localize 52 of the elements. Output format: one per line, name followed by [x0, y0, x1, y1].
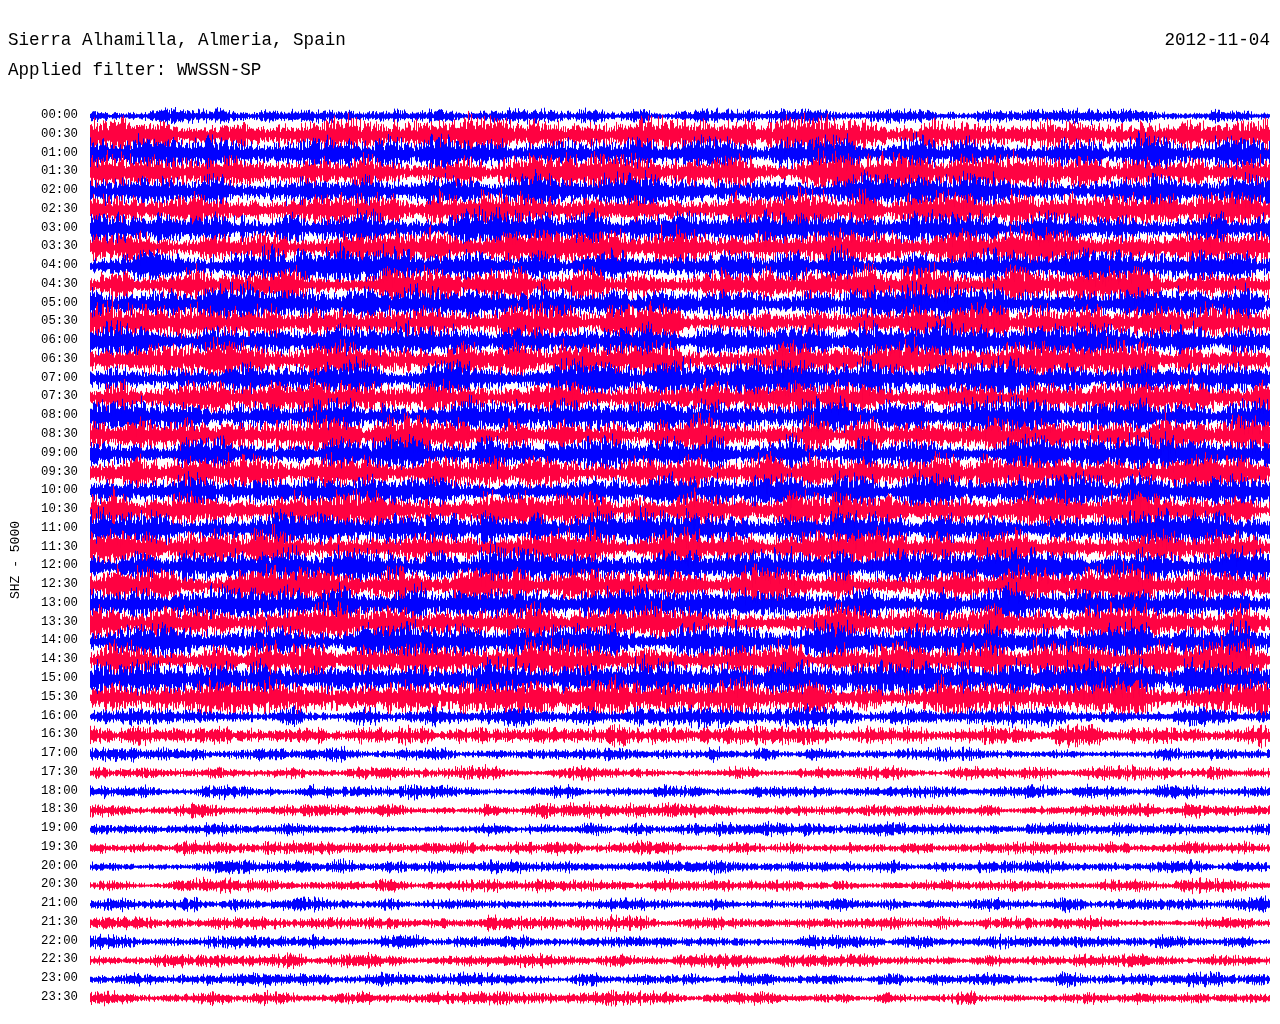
- time-label: 02:00: [41, 182, 78, 200]
- time-label: 08:00: [41, 407, 78, 425]
- time-label: 12:30: [41, 576, 78, 594]
- station-title: Sierra Alhamilla, Almeria, Spain: [8, 29, 346, 52]
- time-label: 19:00: [41, 820, 78, 838]
- time-label: 01:30: [41, 163, 78, 181]
- time-label: 17:00: [41, 745, 78, 763]
- time-label: 14:00: [41, 632, 78, 650]
- time-label: 10:00: [41, 482, 78, 500]
- time-label: 07:00: [41, 369, 78, 387]
- time-label: 17:30: [41, 763, 78, 781]
- time-label: 06:30: [41, 350, 78, 368]
- axis-label: SHZ - 5000: [7, 521, 23, 599]
- time-label: 11:30: [41, 538, 78, 556]
- time-label: 16:30: [41, 726, 78, 744]
- time-label: 09:30: [41, 463, 78, 481]
- time-label: 00:00: [41, 107, 78, 124]
- time-label: 13:00: [41, 594, 78, 612]
- time-label: 18:00: [41, 782, 78, 800]
- time-label: 23:30: [41, 989, 78, 1006]
- time-label: 11:00: [41, 519, 78, 537]
- time-label: 13:30: [41, 613, 78, 631]
- time-label: 10:30: [41, 501, 78, 519]
- time-label: 18:30: [41, 801, 78, 819]
- time-label: 05:30: [41, 313, 78, 331]
- time-label: 12:00: [41, 557, 78, 575]
- filter-label: Applied filter: WWSSN-SP: [8, 60, 262, 80]
- time-label: 23:00: [41, 970, 78, 988]
- date-label: 2012-11-04: [1164, 29, 1270, 52]
- time-label: 01:00: [41, 144, 78, 162]
- time-label: 15:30: [41, 688, 78, 706]
- time-label: 21:30: [41, 913, 78, 931]
- time-label: 20:30: [41, 876, 78, 894]
- time-label: 07:30: [41, 388, 78, 406]
- time-label: 22:00: [41, 932, 78, 950]
- time-label: 06:00: [41, 332, 78, 350]
- time-label: 19:30: [41, 838, 78, 856]
- time-label: 20:00: [41, 857, 78, 875]
- time-label: 03:00: [41, 219, 78, 237]
- time-label: 14:30: [41, 651, 78, 669]
- time-label: 22:30: [41, 951, 78, 969]
- time-label: 00:30: [41, 125, 78, 143]
- time-label: 03:30: [41, 238, 78, 256]
- time-label: 08:30: [41, 426, 78, 443]
- time-label: 05:00: [41, 294, 78, 312]
- time-label: 21:00: [41, 895, 78, 913]
- time-label: 04:30: [41, 275, 78, 293]
- time-label: 04:00: [41, 257, 78, 275]
- time-label: 15:00: [41, 669, 78, 687]
- time-label: 16:00: [41, 707, 78, 725]
- time-label: 02:30: [41, 200, 78, 218]
- time-label: 09:00: [41, 444, 78, 462]
